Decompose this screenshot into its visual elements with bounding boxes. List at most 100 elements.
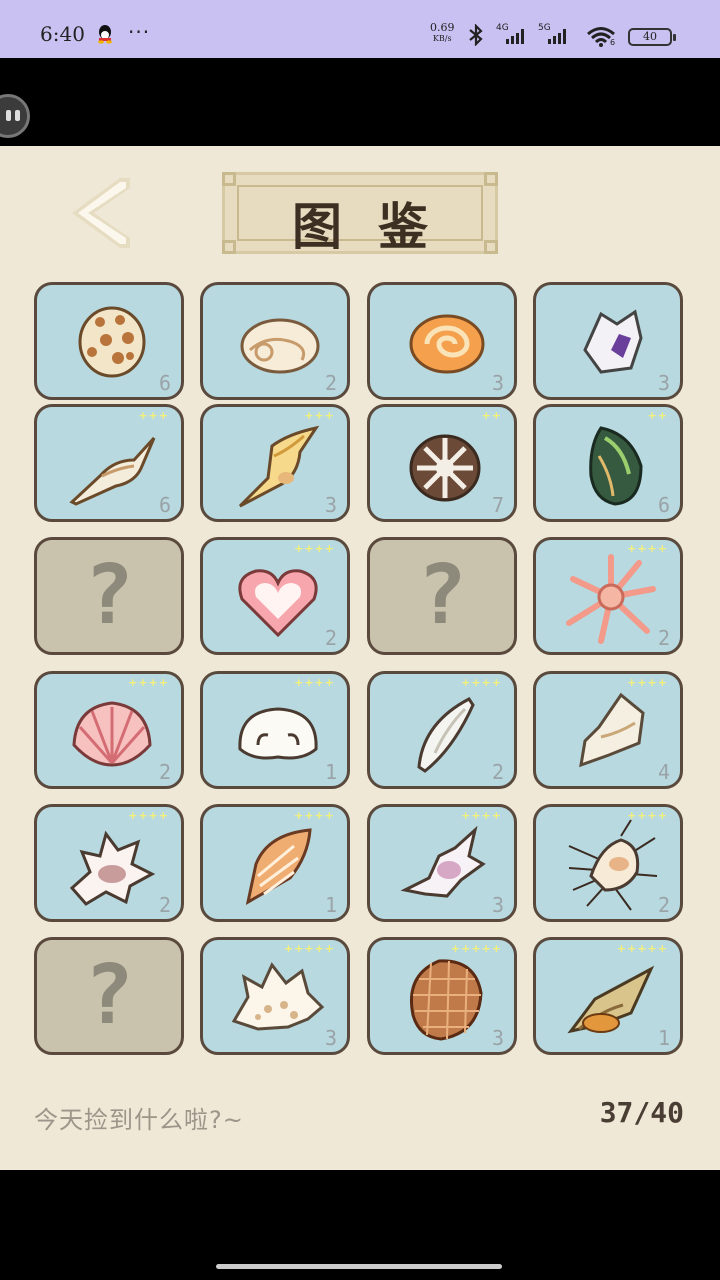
collection-slot[interactable]: ++++ 2: [367, 671, 517, 789]
collection-slot[interactable]: 6: [34, 282, 184, 400]
whelk-shell-icon: [567, 965, 655, 1034]
item-count: 3: [657, 371, 670, 395]
item-count: 2: [158, 760, 171, 784]
rarity-stars: ++++: [128, 809, 169, 822]
item-count: 4: [657, 760, 670, 784]
starfish-icon: [566, 554, 656, 644]
rarity-stars: ++++: [627, 542, 668, 555]
locked-collection-slot[interactable]: ?: [34, 537, 184, 655]
item-count: 1: [324, 893, 337, 917]
shell-collection-grid: 6 2 3 3 +++ 6 +++ 3 ++ 7 ++ 6? ++++ 2? ++++ 2 ++++ 2 ++++ 1…: [0, 146, 720, 1170]
collection-slot[interactable]: 3: [533, 282, 683, 400]
signal-label-4g: 4G: [496, 23, 509, 33]
network-speed-unit: KB/s: [432, 34, 452, 43]
rarity-stars: +++++: [283, 942, 335, 955]
item-count: 6: [158, 493, 171, 517]
collection-slot[interactable]: ++++ 4: [533, 671, 683, 789]
item-count: 2: [324, 626, 337, 650]
signal-label-5g: 5G: [538, 23, 551, 33]
item-count: 3: [491, 893, 504, 917]
battery-level: 40: [643, 30, 657, 43]
rarity-stars: ++++: [461, 809, 502, 822]
cowrie-shell-icon: [78, 306, 146, 378]
item-count: 1: [324, 760, 337, 784]
rarity-stars: ++++: [294, 542, 335, 555]
signal-icon: 4G: [496, 23, 530, 46]
collection-slot[interactable]: ++++ 1: [200, 671, 350, 789]
venus-comb-murex-icon: [568, 819, 658, 911]
wifi-icon: 6: [586, 26, 616, 48]
rarity-stars: ++: [481, 409, 502, 422]
orange-cone-shell-icon: [245, 828, 312, 905]
item-count: 6: [158, 371, 171, 395]
rarity-stars: ++++: [627, 676, 668, 689]
sea-urchin-icon: [409, 434, 481, 502]
rarity-stars: ++++: [627, 809, 668, 822]
pink-scallop-icon: [72, 701, 152, 767]
collection-slot[interactable]: 2: [200, 282, 350, 400]
collection-slot[interactable]: ++ 7: [367, 404, 517, 522]
item-count: 1: [657, 1026, 670, 1050]
heart-shell-icon: [238, 569, 318, 638]
item-count: 6: [657, 493, 670, 517]
bluetooth-icon: [469, 24, 483, 46]
rarity-stars: ++++: [461, 676, 502, 689]
rarity-stars: ++++: [294, 676, 335, 689]
item-count: 7: [491, 493, 504, 517]
item-count: 3: [491, 1026, 504, 1050]
signal-icon-2: 5G: [538, 23, 572, 46]
pink-spider-conch-icon: [400, 825, 486, 898]
locked-collection-slot[interactable]: ?: [34, 937, 184, 1055]
white-snail-shell-icon: [240, 318, 320, 374]
locked-collection-slot[interactable]: ?: [367, 537, 517, 655]
collection-slot[interactable]: +++++ 1: [533, 937, 683, 1055]
collection-slot[interactable]: ++ 6: [533, 404, 683, 522]
home-indicator[interactable]: [216, 1264, 502, 1269]
item-count: 3: [324, 493, 337, 517]
battery-icon: 40: [628, 28, 676, 46]
rarity-stars: ++++: [294, 809, 335, 822]
collection-slot[interactable]: ++++ 2: [533, 537, 683, 655]
orange-nautilus-shell-icon: [409, 314, 485, 374]
item-count: 2: [324, 371, 337, 395]
collection-slot[interactable]: +++++ 3: [200, 937, 350, 1055]
floating-assistant-button[interactable]: [0, 94, 30, 138]
collection-slot[interactable]: ++++ 2: [34, 804, 184, 922]
network-speed: 0.69 KB/s: [430, 22, 455, 44]
item-count: 2: [657, 626, 670, 650]
wifi-label: 6: [610, 38, 616, 47]
yellow-spider-conch-icon: [238, 425, 320, 508]
olive-shell-icon: [417, 697, 475, 773]
collection-slot[interactable]: +++ 6: [34, 404, 184, 522]
collection-slot[interactable]: ++++ 2: [533, 804, 683, 922]
collection-slot[interactable]: ++++ 3: [367, 804, 517, 922]
white-bonnet-shell-icon: [238, 707, 318, 760]
collection-slot[interactable]: +++ 3: [200, 404, 350, 522]
item-count: 3: [324, 1026, 337, 1050]
rarity-stars: +++: [138, 409, 169, 422]
qq-icon: [98, 25, 112, 44]
more-notifications-icon: ···: [128, 20, 151, 44]
rarity-stars: +++++: [616, 942, 668, 955]
rarity-stars: +++: [304, 409, 335, 422]
white-conch-icon: [579, 692, 645, 768]
spindle-shell-icon: [69, 436, 156, 506]
collection-slot[interactable]: +++++ 3: [367, 937, 517, 1055]
status-bar: 6:40 ··· 0.69 KB/s 4G 5G 6 40: [0, 0, 720, 58]
collection-slot[interactable]: ++++ 2: [200, 537, 350, 655]
item-count: 2: [158, 893, 171, 917]
item-count: 3: [491, 371, 504, 395]
white-crown-shell-icon: [231, 962, 325, 1031]
collection-slot[interactable]: ++++ 2: [34, 671, 184, 789]
collection-slot[interactable]: 3: [367, 282, 517, 400]
footer-message: 今天捡到什么啦?~: [34, 1106, 244, 1134]
purple-murex-shell-icon: [583, 309, 643, 374]
collection-slot[interactable]: ++++ 1: [200, 804, 350, 922]
network-speed-value: 0.69: [430, 21, 455, 34]
item-count: 2: [491, 760, 504, 784]
collection-progress: 37/40: [599, 1096, 684, 1129]
question-mark-icon: ?: [84, 548, 134, 643]
status-time: 6:40: [40, 22, 85, 46]
rarity-stars: +++++: [450, 942, 502, 955]
question-mark-icon: ?: [84, 948, 134, 1043]
